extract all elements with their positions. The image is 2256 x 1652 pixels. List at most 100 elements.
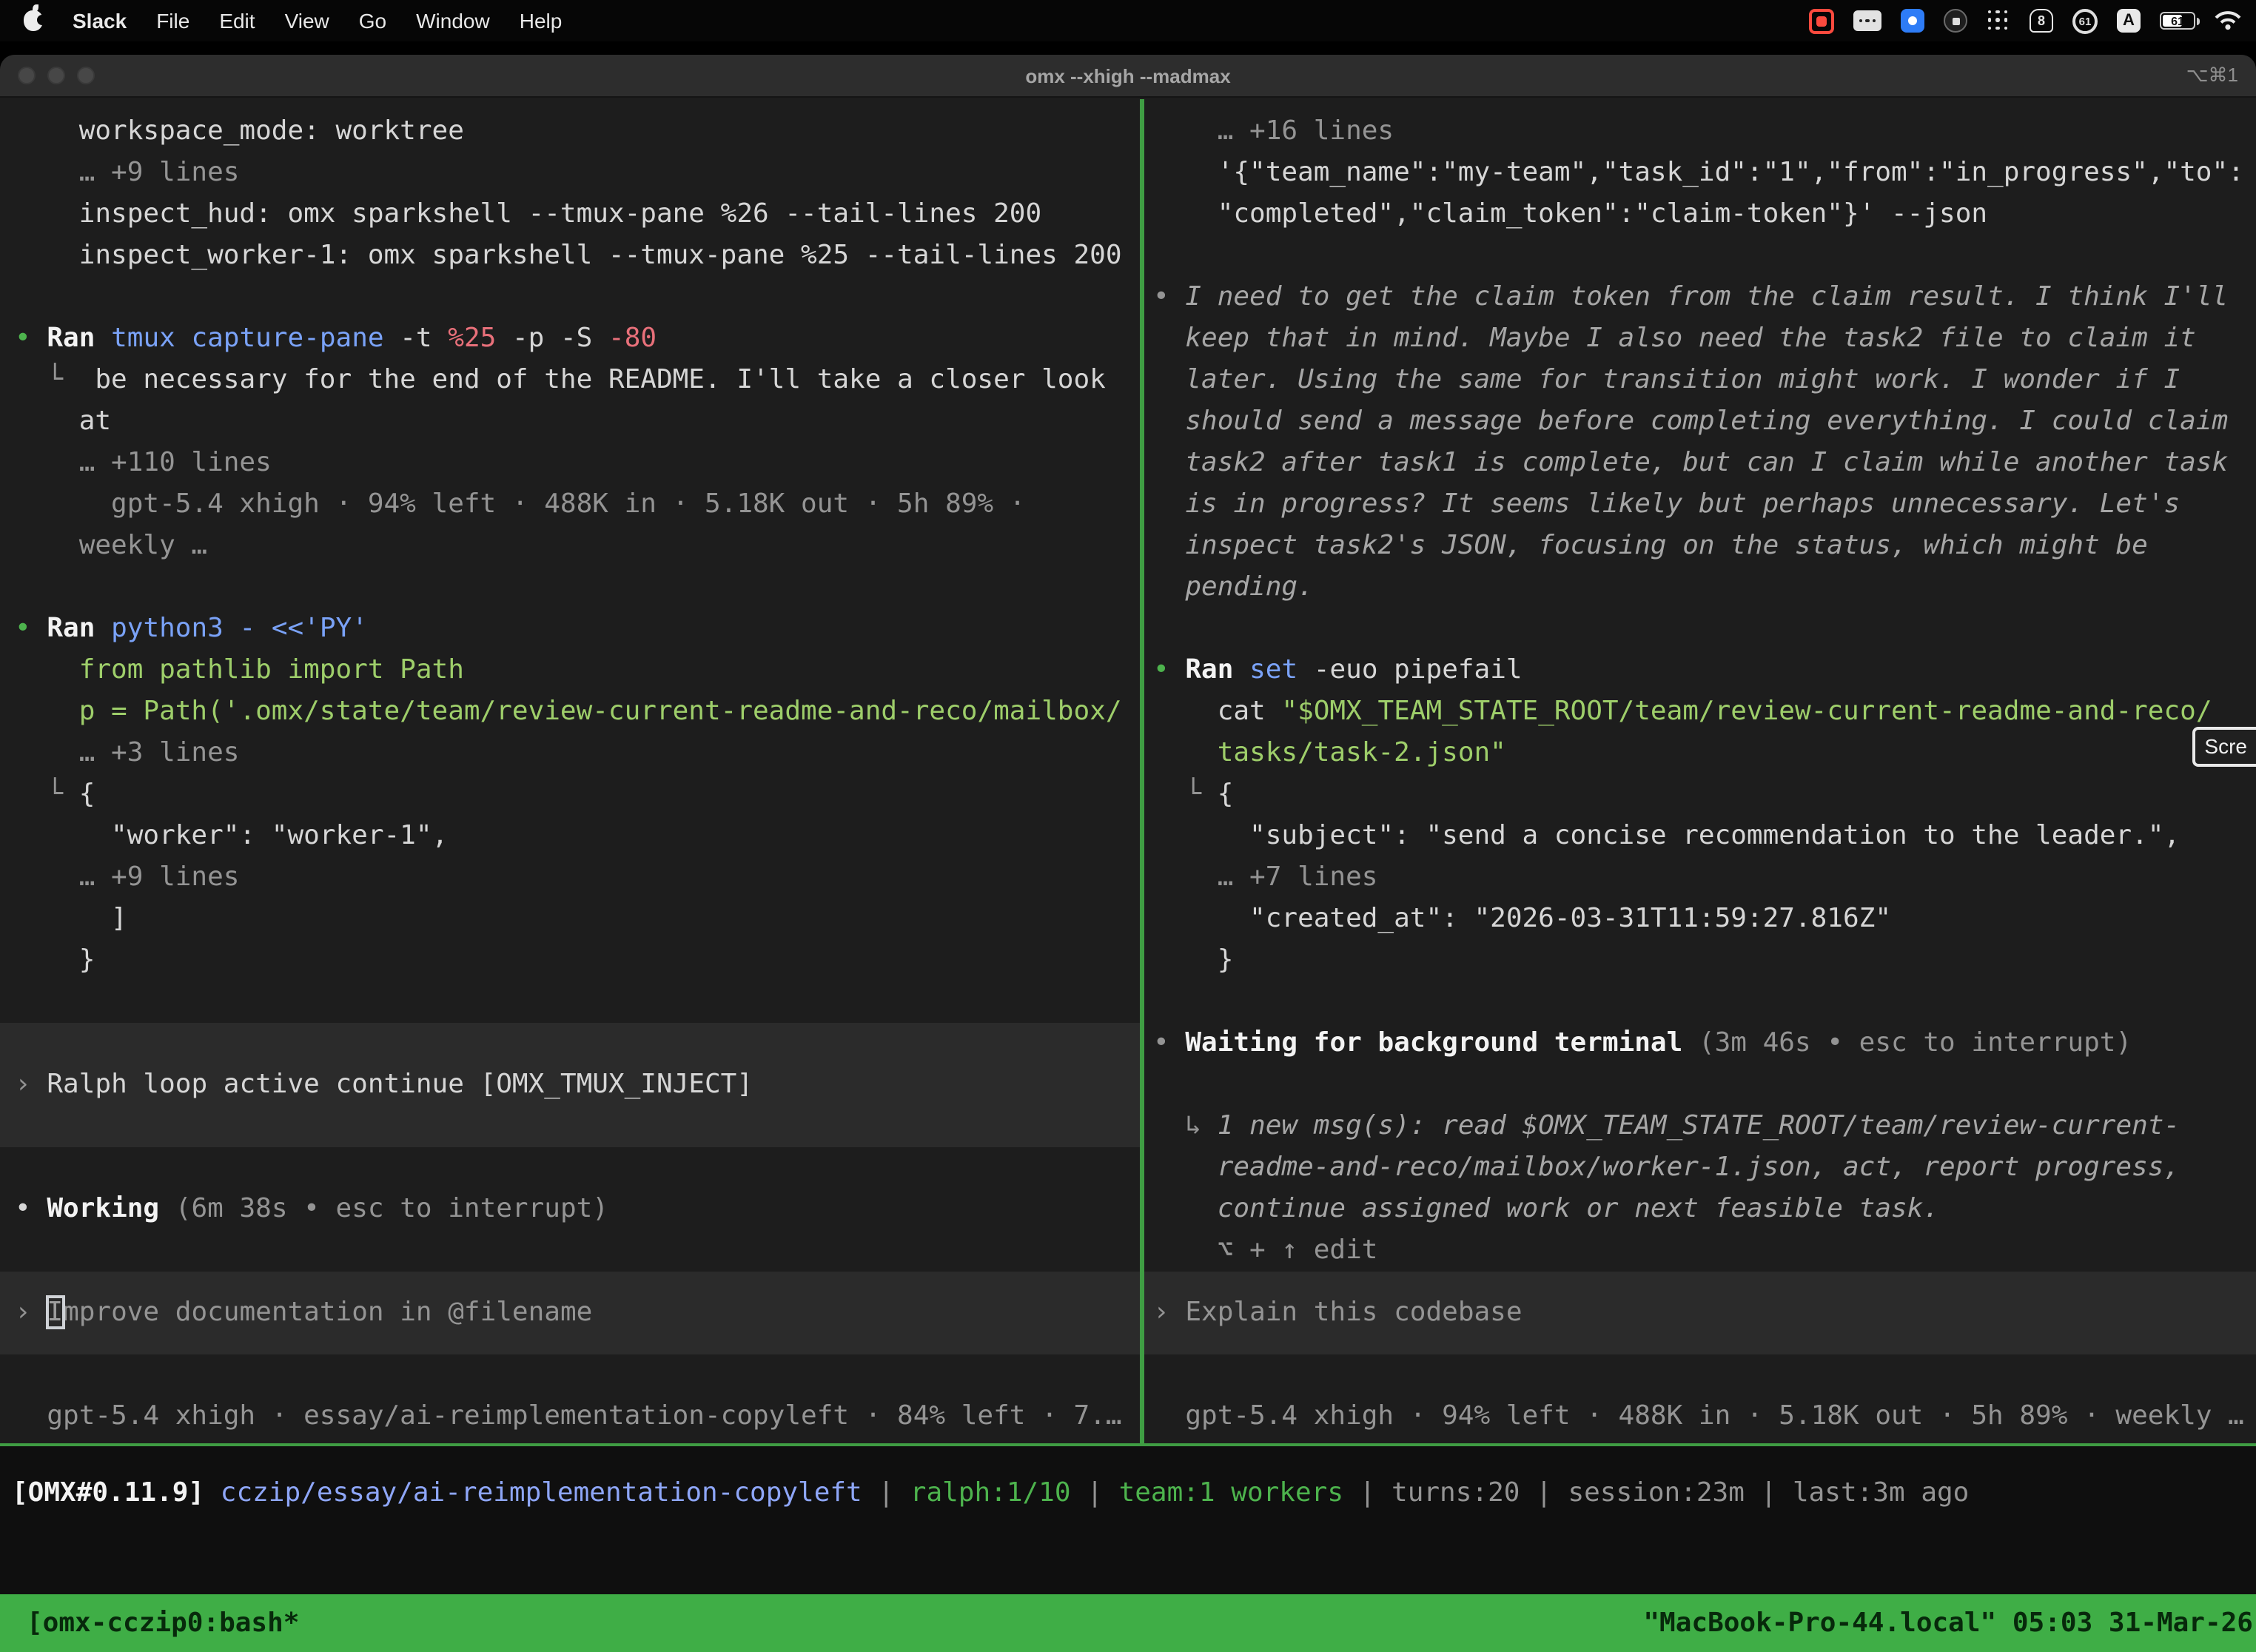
text-seg: (6m 38s • esc to interrupt) (175, 1193, 608, 1224)
battery-icon[interactable]: 61 (2160, 12, 2195, 30)
text-seg: "subject": "send a concise recommendatio… (1153, 820, 2180, 851)
text-seg: 1 new msg(s): read $OMX_TEAM_STATE_ROOT/… (1218, 1110, 2180, 1141)
terminal-line (1153, 235, 2256, 277)
terminal-line: • Ran set -euo pipefail (1153, 650, 2256, 691)
text-seg: … +9 lines (15, 862, 239, 893)
text-seg: ralph:1/10 (910, 1477, 1071, 1508)
menu-bar-left: Slack File Edit View Go Window Help (0, 9, 562, 33)
text-seg: Explain this codebase (1185, 1297, 1522, 1328)
stop-recording-icon[interactable] (1809, 8, 1834, 33)
menu-item-5[interactable]: Window (416, 9, 490, 33)
terminal-line (1153, 1064, 2256, 1106)
terminal-line: └ { (15, 774, 1140, 816)
terminal-line: } (1153, 940, 2256, 981)
text-seg: workspace_mode: worktree (15, 115, 464, 147)
prompt-band[interactable]: › Improve documentation in @filename (0, 1272, 1140, 1354)
text-seg: from pathlib import Path (15, 654, 464, 685)
gauge-icon[interactable]: 61 (2072, 8, 2098, 33)
screen: Slack File Edit View Go Window Help 8 61 A 61 (0, 0, 2256, 1652)
text-seg: cczip/essay/ai-reimplementation-copyleft (221, 1477, 862, 1508)
tmux-pane-right[interactable]: … +16 lines '{"team_name":"my-team","tas… (1144, 99, 2256, 1443)
text-seg: Working (47, 1193, 175, 1224)
menu-item-4[interactable]: Go (359, 9, 386, 33)
terminal-line: gpt-5.4 xhigh · 94% left · 488K in · 5.1… (15, 484, 1140, 526)
terminal-line: inspect_worker-1: omx sparkshell --tmux-… (15, 235, 1140, 277)
terminal-line: ↳ 1 new msg(s): read $OMX_TEAM_STATE_ROO… (1153, 1106, 2256, 1147)
terminal-line: continue assigned work or next feasible … (1153, 1189, 2256, 1230)
terminal-line: gpt-5.4 xhigh · essay/ai-reimplementatio… (15, 1396, 1140, 1437)
input-source-icon[interactable]: A (2117, 9, 2141, 33)
dark-app-icon[interactable] (1944, 9, 1967, 33)
omx-status-area: [OMX#0.11.9] cczip/essay/ai-reimplementa… (0, 1446, 2256, 1594)
output-block: gpt-5.4 xhigh · 94% left · 488K in · 5.1… (1153, 1354, 2256, 1437)
terminal-body: workspace_mode: worktree … +9 lines insp… (0, 99, 2256, 1652)
window-title: omx --xhigh --madmax (0, 64, 2256, 87)
terminal-line: inspect task2's JSON, focusing on the st… (1153, 526, 2256, 567)
text-seg: Ralph loop active continue [OMX_TMUX_INJ… (47, 1069, 753, 1100)
window-titlebar[interactable]: omx --xhigh --madmax ⌥⌘1 (0, 55, 2256, 98)
text-seg: } (1153, 944, 1233, 976)
terminal-line: … +9 lines (15, 152, 1140, 194)
terminal-line: should send a message before completing … (1153, 401, 2256, 443)
text-seg: └ (15, 779, 79, 810)
menu-item-3[interactable]: View (285, 9, 329, 33)
terminal-line (15, 981, 1140, 1023)
screen-capture-tooltip: Scre (2192, 727, 2256, 767)
terminal-line (1153, 981, 2256, 1023)
text-seg: -p -S (496, 323, 608, 354)
terminal-line: … +7 lines (1153, 857, 2256, 899)
text-seg: Ran (47, 323, 111, 354)
text-seg: later. Using the same for transition mig… (1153, 364, 2180, 395)
menu-item-2[interactable]: Edit (219, 9, 255, 33)
terminal-line: } (15, 940, 1140, 981)
terminal-line (15, 1230, 1140, 1272)
menu-items: Slack File Edit View Go Window Help (73, 9, 562, 33)
text-seg: at (15, 406, 111, 437)
terminal-line: readme-and-reco/mailbox/worker-1.json, a… (1153, 1147, 2256, 1189)
prompt-band[interactable]: › Explain this codebase (1144, 1272, 2256, 1354)
text-seg: cat (1153, 696, 1281, 727)
terminal-line: task2 after task1 is complete, but can I… (1153, 443, 2256, 484)
text-seg: … +9 lines (15, 157, 239, 188)
terminal-line: • I need to get the claim token from the… (1153, 277, 2256, 318)
text-seg: └ (15, 364, 95, 395)
terminal-line: … +110 lines (15, 443, 1140, 484)
terminal-line (15, 277, 1140, 318)
apple-menu-icon[interactable] (24, 10, 43, 31)
terminal-line: from pathlib import Path (15, 650, 1140, 691)
terminal-line: '{"team_name":"my-team","task_id":"1","f… (1153, 152, 2256, 194)
text-seg: set (1249, 654, 1297, 685)
ghost-app-icon[interactable]: 8 (2030, 9, 2053, 33)
text-seg: "created_at": "2026-03-31T11:59:27.816Z" (1153, 903, 1891, 934)
terminal-line: "completed","claim_token":"claim-token"}… (1153, 194, 2256, 235)
text-seg: gpt-5.4 xhigh · 94% left · 488K in · 5.1… (15, 488, 1025, 520)
text-seg: … +110 lines (15, 447, 272, 478)
terminal-line: workspace_mode: worktree (15, 111, 1140, 152)
text-seg: … +7 lines (1153, 862, 1377, 893)
text-seg: tmux capture-pane (111, 323, 383, 354)
text-seg: -euo pipefail (1297, 654, 1522, 685)
text-seg: inspect task2's JSON, focusing on the st… (1153, 530, 2148, 561)
terminal-line: "created_at": "2026-03-31T11:59:27.816Z" (1153, 899, 2256, 940)
text-seg: readme-and-reco/mailbox/worker-1.json, a… (1153, 1152, 2180, 1183)
wifi-icon[interactable] (2215, 10, 2241, 31)
terminal-line: gpt-5.4 xhigh · 94% left · 488K in · 5.1… (1153, 1396, 2256, 1437)
terminal-line: › Ralph loop active continue [OMX_TMUX_I… (15, 1064, 1140, 1106)
keyboard-icon[interactable] (1853, 10, 1881, 31)
blue-app-icon[interactable] (1901, 9, 1924, 33)
prompt-band[interactable]: › Ralph loop active continue [OMX_TMUX_I… (0, 1023, 1140, 1147)
menu-item-6[interactable]: Help (520, 9, 563, 33)
dots-grid-icon[interactable] (1987, 9, 2010, 33)
menu-item-0[interactable]: Slack (73, 9, 127, 33)
text-seg: › (1153, 1297, 1185, 1328)
terminal-line: └ { (1153, 774, 2256, 816)
output-block: gpt-5.4 xhigh · essay/ai-reimplementatio… (15, 1354, 1140, 1437)
text-seg: … +3 lines (15, 737, 239, 768)
terminal-line: └ be necessary for the end of the README… (15, 360, 1140, 401)
tmux-pane-left[interactable]: workspace_mode: worktree … +9 lines insp… (0, 99, 1140, 1443)
text-seg: › (15, 1069, 47, 1100)
menu-item-1[interactable]: File (156, 9, 189, 33)
text-seg: task2 after task1 is complete, but can I… (1153, 447, 2228, 478)
text-seg: "completed","claim_token":"claim-token"}… (1153, 198, 1987, 229)
text-seg: | (1745, 1477, 1793, 1508)
